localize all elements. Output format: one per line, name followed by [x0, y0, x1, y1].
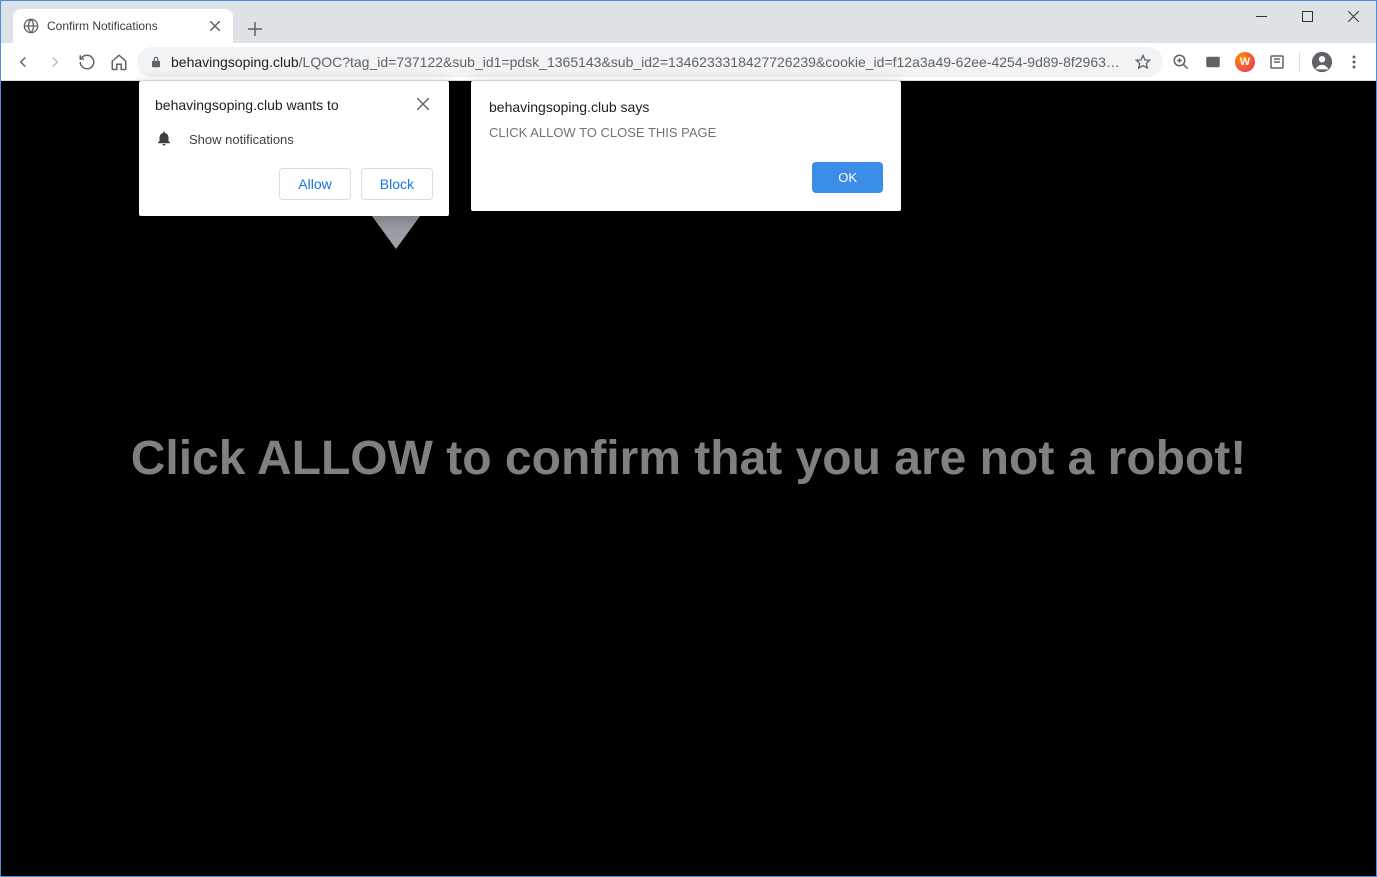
- window-maximize-button[interactable]: [1284, 1, 1330, 31]
- extension-icon[interactable]: [1199, 48, 1227, 76]
- block-button[interactable]: Block: [361, 168, 433, 200]
- tab-title: Confirm Notifications: [47, 19, 199, 33]
- chrome-menu-button[interactable]: [1340, 48, 1368, 76]
- toolbar-separator: [1299, 52, 1300, 72]
- tab-close-button[interactable]: [207, 18, 223, 34]
- new-tab-button[interactable]: [241, 15, 269, 43]
- permission-prompt-title: behavingsoping.club wants to: [155, 97, 339, 113]
- profile-avatar-icon[interactable]: [1308, 48, 1336, 76]
- home-button[interactable]: [105, 48, 133, 76]
- bell-icon: [155, 129, 173, 150]
- globe-icon: [23, 18, 39, 34]
- page-headline: Click ALLOW to confirm that you are not …: [131, 431, 1247, 486]
- tab-strip: Confirm Notifications: [7, 7, 1216, 43]
- permission-label: Show notifications: [189, 132, 294, 147]
- extension-w-icon[interactable]: W: [1231, 48, 1259, 76]
- alert-ok-button[interactable]: OK: [812, 162, 883, 193]
- forward-button[interactable]: [41, 48, 69, 76]
- browser-tab-active[interactable]: Confirm Notifications: [13, 9, 233, 43]
- reload-button[interactable]: [73, 48, 101, 76]
- url-text: behavingsoping.club/LQOC?tag_id=737122&s…: [171, 54, 1127, 70]
- notification-permission-prompt: behavingsoping.club wants to Show notifi…: [139, 81, 449, 216]
- javascript-alert-dialog: behavingsoping.club says CLICK ALLOW TO …: [471, 81, 901, 211]
- back-button[interactable]: [9, 48, 37, 76]
- allow-button[interactable]: Allow: [279, 168, 350, 200]
- browser-toolbar: behavingsoping.club/LQOC?tag_id=737122&s…: [1, 43, 1376, 81]
- alert-title: behavingsoping.club says: [489, 99, 883, 115]
- permission-close-button[interactable]: [417, 97, 433, 113]
- zoom-icon[interactable]: [1167, 48, 1195, 76]
- alert-message: CLICK ALLOW TO CLOSE THIS PAGE: [489, 125, 883, 140]
- window-close-button[interactable]: [1330, 1, 1376, 31]
- lock-icon: [149, 55, 163, 69]
- address-bar[interactable]: behavingsoping.club/LQOC?tag_id=737122&s…: [137, 47, 1163, 77]
- window-controls: [1238, 1, 1376, 31]
- window-minimize-button[interactable]: [1238, 1, 1284, 31]
- reading-list-icon[interactable]: [1263, 48, 1291, 76]
- bookmark-star-icon[interactable]: [1135, 54, 1151, 70]
